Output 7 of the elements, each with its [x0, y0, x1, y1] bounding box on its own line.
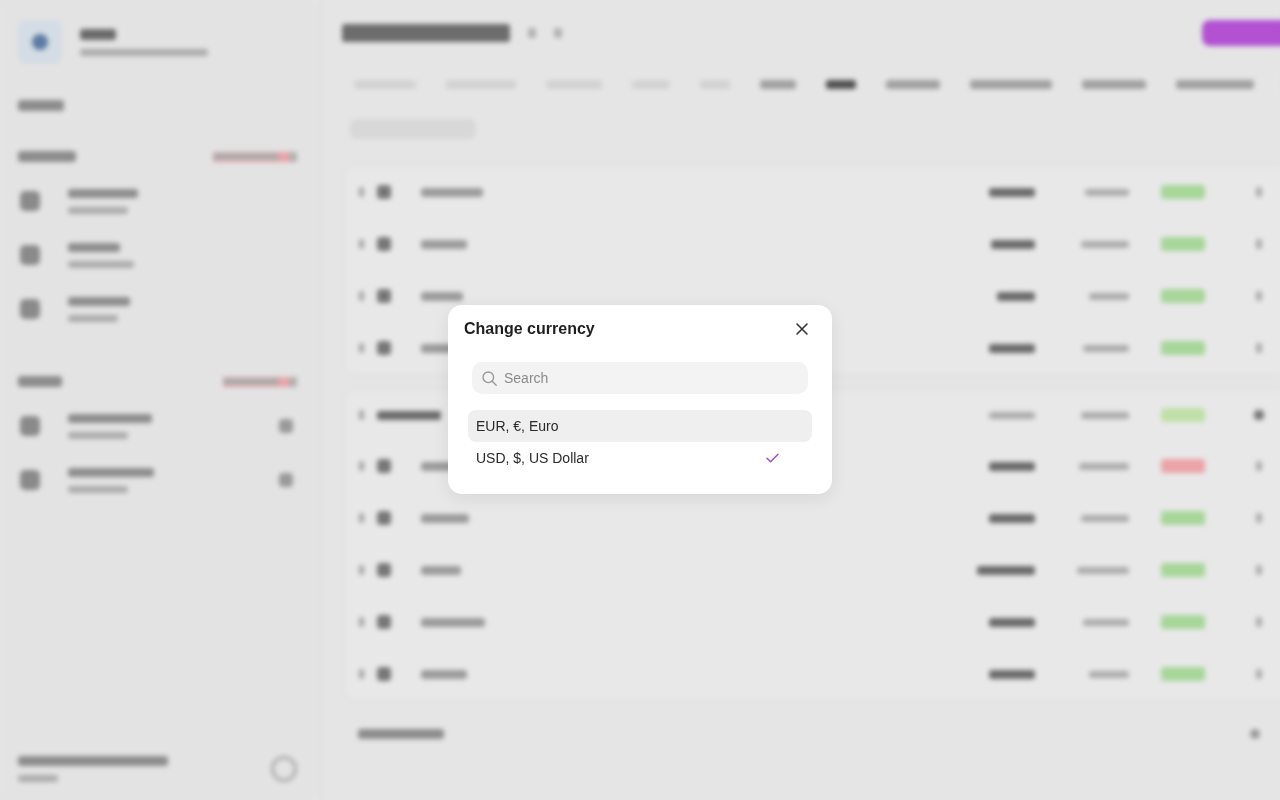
search-icon	[482, 371, 497, 386]
check-icon	[766, 453, 779, 463]
close-icon	[796, 323, 808, 335]
close-button[interactable]	[794, 321, 810, 337]
dialog-title: Change currency	[464, 320, 595, 338]
currency-option[interactable]: EUR, €, Euro	[468, 410, 812, 442]
search-field[interactable]: Search	[472, 362, 808, 394]
